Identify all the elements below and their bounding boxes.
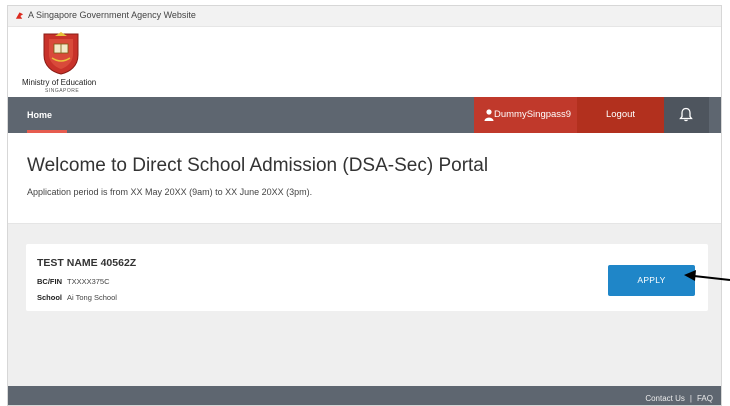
gov-banner: A Singapore Government Agency Website <box>8 6 721 27</box>
fin-value: TXXXX375C <box>67 277 110 286</box>
moe-crest-logo[interactable] <box>40 31 82 75</box>
merlion-icon <box>15 12 24 19</box>
faq-link[interactable]: FAQ <box>697 394 713 403</box>
page-title: Welcome to Direct School Admission (DSA-… <box>27 155 489 176</box>
brand-subtitle: SINGAPORE <box>45 88 80 94</box>
student-name: TEST NAME 40562Z <box>37 257 137 269</box>
welcome-panel: Welcome to Direct School Admission (DSA-… <box>8 133 721 224</box>
school-value: Ai Tong School <box>67 293 117 302</box>
pointer-arrow-icon <box>684 270 730 281</box>
notifications-button[interactable] <box>664 97 709 133</box>
footer-links: Contact Us | FAQ <box>645 394 713 403</box>
school-row: School Ai Tong School <box>37 293 117 302</box>
nav-home-link[interactable]: Home <box>27 97 52 133</box>
contact-us-link[interactable]: Contact Us <box>645 394 685 403</box>
browser-frame: A Singapore Government Agency Website Mi… <box>7 5 722 406</box>
student-card: TEST NAME 40562Z BC/FIN TXXXX375C School A… <box>26 244 708 311</box>
bell-icon <box>679 107 693 122</box>
brand-name: Ministry of Education <box>22 78 97 87</box>
gov-banner-text: A Singapore Government Agency Website <box>28 10 196 20</box>
top-navbar: Home DummySingpass9 Logout <box>8 97 721 133</box>
user-name-label: DummySingpass9 <box>494 109 572 120</box>
school-label: School <box>37 293 63 302</box>
fin-row: BC/FIN TXXXX375C <box>37 277 110 286</box>
user-account-button[interactable]: DummySingpass9 <box>474 97 577 133</box>
fin-label: BC/FIN <box>37 277 62 286</box>
application-period-text: Application period is from XX May 20XX (… <box>27 187 313 197</box>
masthead: Ministry of Education SINGAPORE <box>8 27 721 97</box>
apply-button[interactable]: APPLY <box>608 265 695 296</box>
person-icon <box>484 109 494 121</box>
logout-button[interactable]: Logout <box>577 97 664 133</box>
footer: Contact Us | FAQ <box>8 386 721 405</box>
footer-separator: | <box>689 394 692 403</box>
